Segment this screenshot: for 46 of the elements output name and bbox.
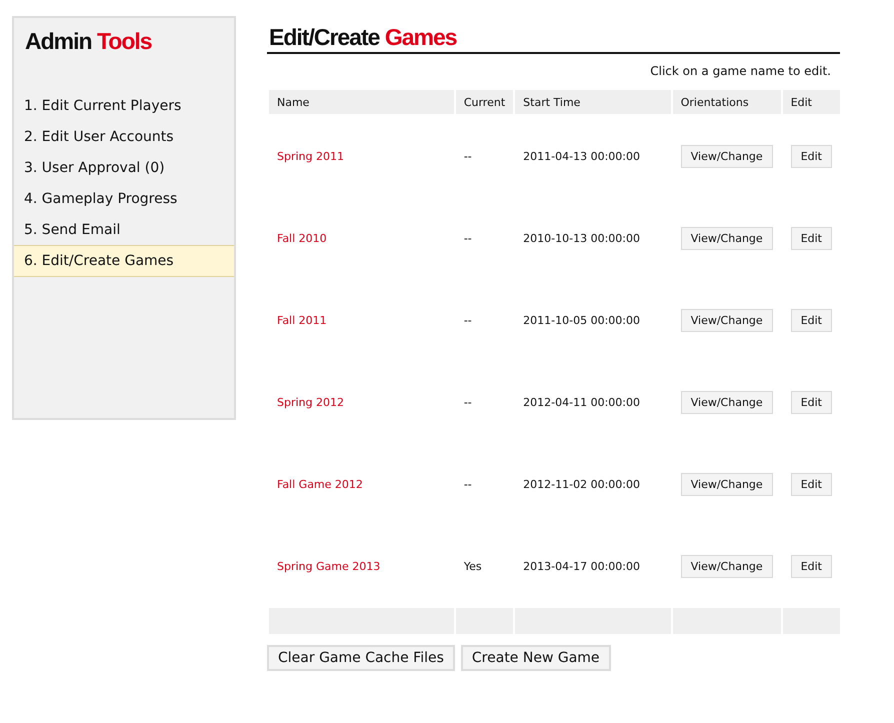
start-time: 2012-04-11 00:00:00 (523, 396, 640, 408)
view-change-button[interactable]: View/Change (680, 472, 773, 496)
view-change-button[interactable]: View/Change (680, 308, 773, 332)
current-value: -- (464, 232, 472, 244)
current-value: -- (464, 150, 472, 162)
edit-button[interactable]: Edit (790, 308, 832, 332)
column-header: Current (456, 90, 514, 114)
game-name-link[interactable]: Spring 2011 (277, 150, 344, 162)
game-name-link[interactable]: Fall 2011 (277, 314, 327, 326)
start-time: 2011-04-13 00:00:00 (523, 150, 640, 162)
edit-button[interactable]: Edit (790, 144, 832, 168)
sidebar-item[interactable]: 5. Send Email (14, 214, 234, 246)
view-change-button[interactable]: View/Change (680, 226, 773, 250)
current-value: -- (464, 314, 472, 326)
sidebar-item[interactable]: 1. Edit Current Players (14, 90, 234, 122)
current-value: -- (464, 396, 472, 408)
column-header: Name (269, 90, 454, 114)
column-header: Start Time (515, 90, 671, 114)
edit-button[interactable]: Edit (790, 226, 832, 250)
start-time: 2010-10-13 00:00:00 (523, 232, 640, 244)
view-change-button[interactable]: View/Change (680, 554, 773, 578)
sidebar-item[interactable]: 6. Edit/Create Games (14, 245, 234, 277)
action-button[interactable]: Create New Game (460, 645, 611, 671)
edit-button[interactable]: Edit (790, 390, 832, 414)
page-title: Edit/Create Games (269, 24, 457, 51)
current-value: Yes (464, 560, 482, 572)
view-change-button[interactable]: View/Change (680, 390, 773, 414)
game-name-link[interactable]: Spring 2012 (277, 396, 344, 408)
sidebar-title: Admin Tools (25, 28, 152, 55)
game-name-link[interactable]: Fall 2010 (277, 232, 327, 244)
sidebar-item[interactable]: 4. Gameplay Progress (14, 183, 234, 215)
current-value: -- (464, 478, 472, 490)
start-time: 2012-11-02 00:00:00 (523, 478, 640, 490)
action-button[interactable]: Clear Game Cache Files (267, 645, 455, 671)
sidebar-item[interactable]: 2. Edit User Accounts (14, 121, 234, 153)
start-time: 2011-10-05 00:00:00 (523, 314, 640, 326)
edit-button[interactable]: Edit (790, 554, 832, 578)
start-time: 2013-04-17 00:00:00 (523, 560, 640, 572)
game-name-link[interactable]: Fall Game 2012 (277, 478, 363, 490)
edit-button[interactable]: Edit (790, 472, 832, 496)
column-header: Edit (782, 90, 840, 114)
column-header: Orientations (672, 90, 781, 114)
hint-text: Click on a game name to edit. (650, 64, 831, 78)
game-name-link[interactable]: Spring Game 2013 (277, 560, 380, 572)
sidebar-item[interactable]: 3. User Approval (0) (14, 152, 234, 184)
view-change-button[interactable]: View/Change (680, 144, 773, 168)
